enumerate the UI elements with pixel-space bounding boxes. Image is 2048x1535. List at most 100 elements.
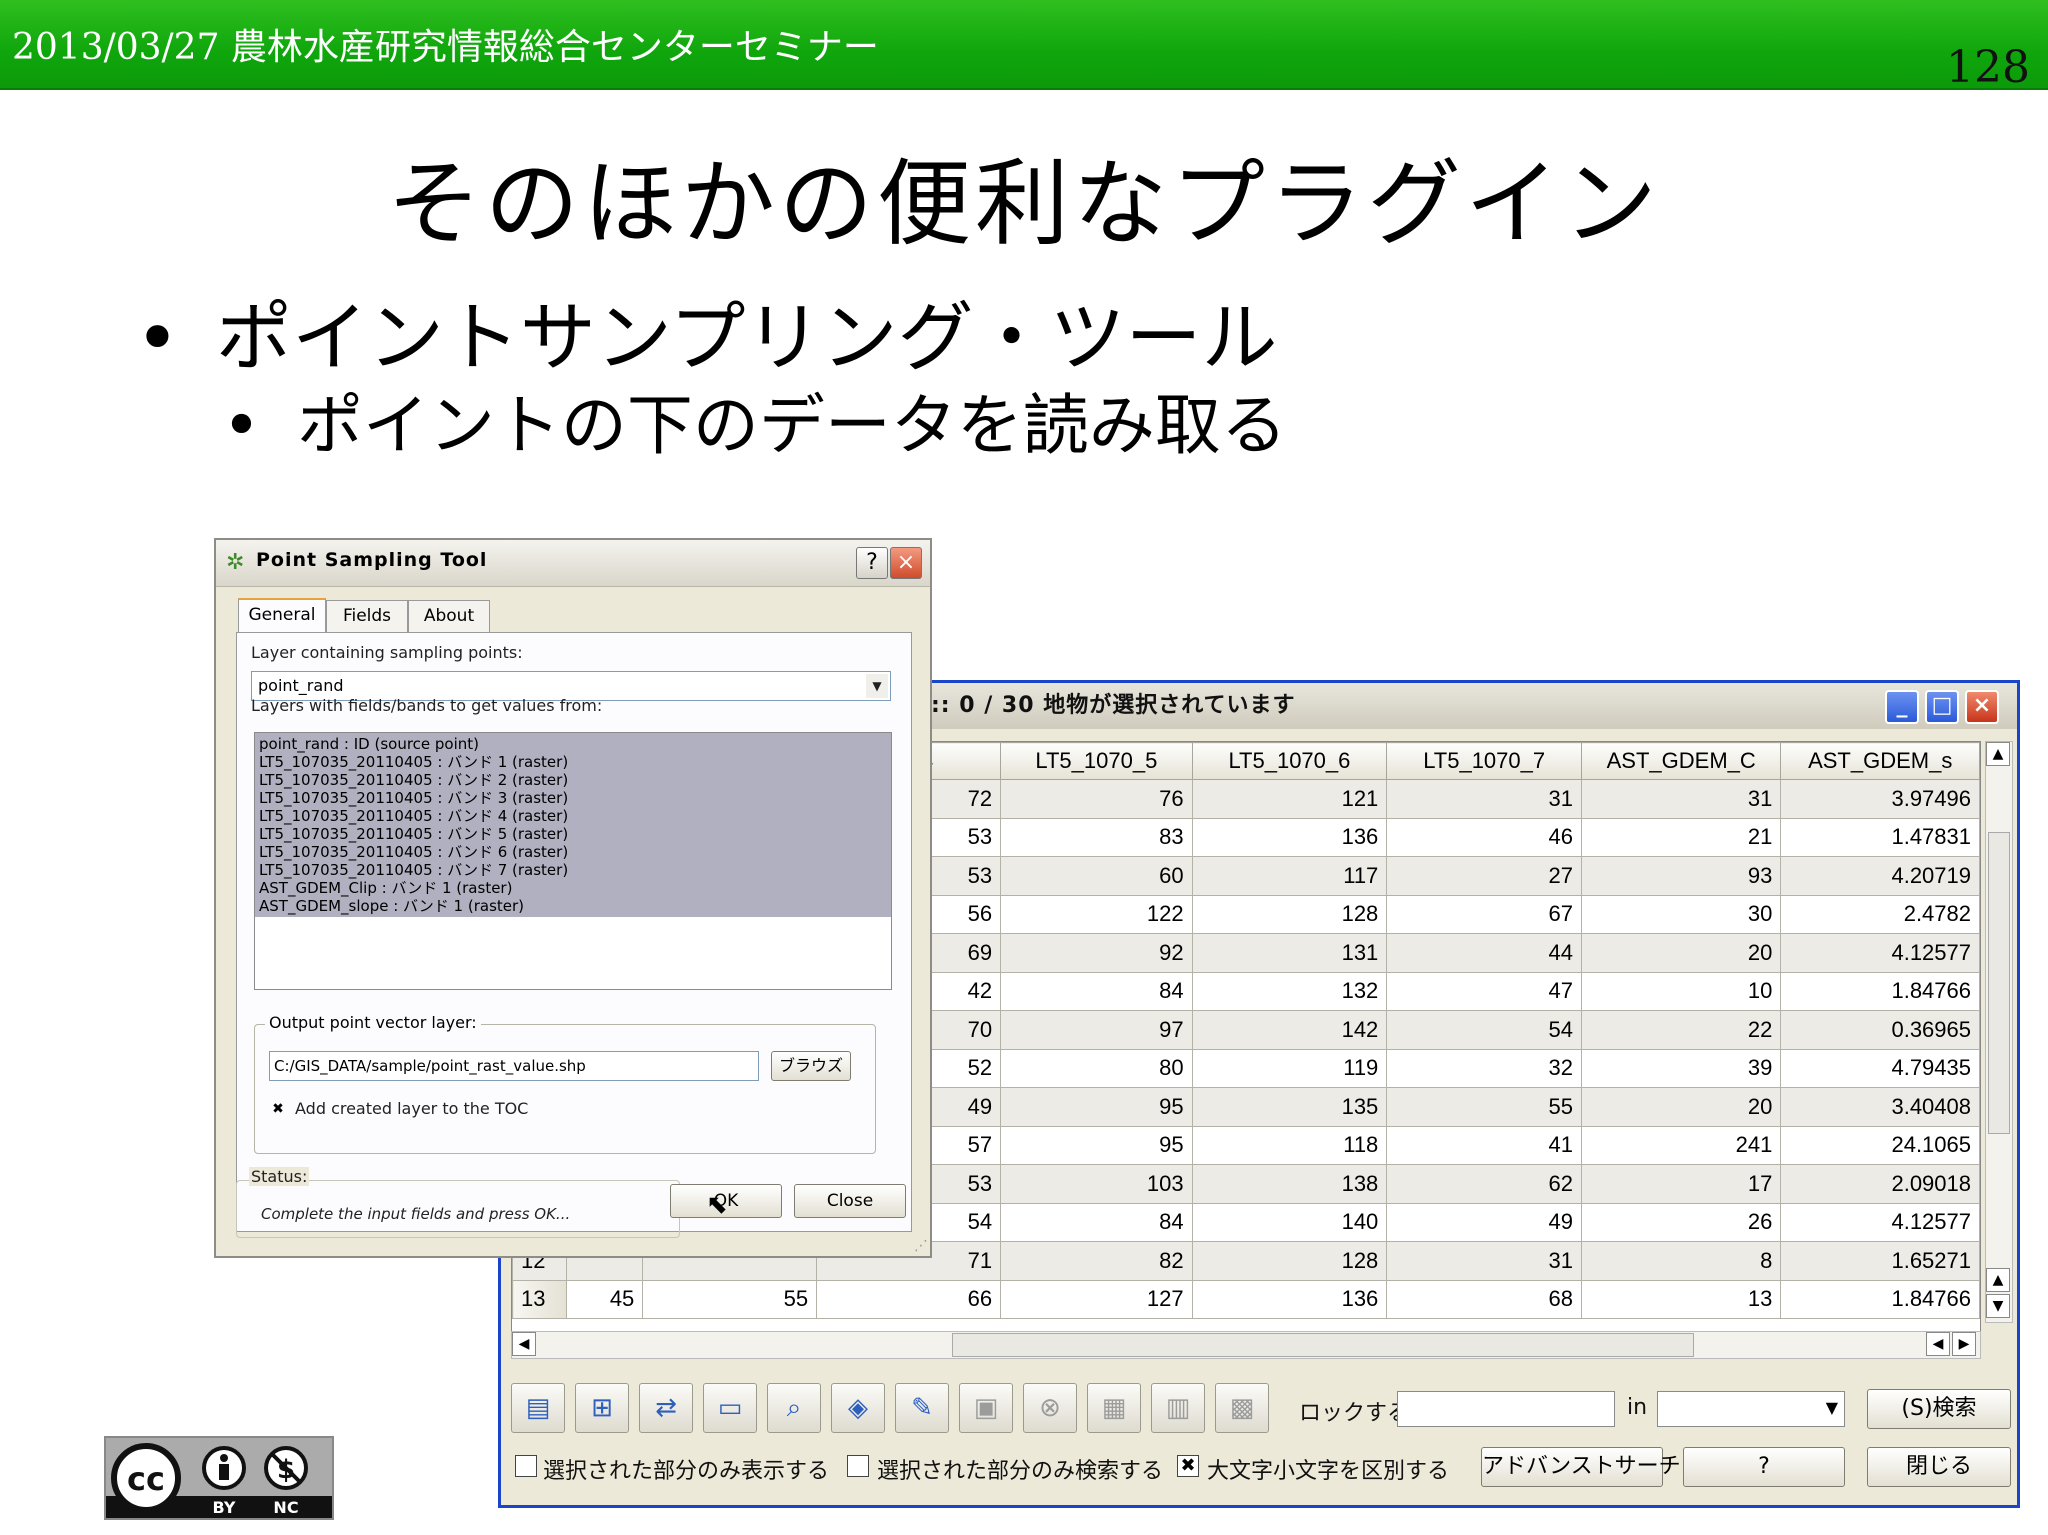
delete-column-icon[interactable]: ▥	[1151, 1383, 1205, 1433]
edit-icon[interactable]: ✎	[895, 1383, 949, 1433]
table-cell[interactable]: 32	[1386, 1048, 1583, 1088]
table-cell[interactable]: 10	[1581, 971, 1782, 1011]
horizontal-scroll-thumb[interactable]	[952, 1333, 1694, 1357]
table-cell[interactable]: 30	[1581, 894, 1782, 934]
table-cell[interactable]: 54	[1386, 1010, 1583, 1050]
help-button[interactable]: ?	[856, 547, 888, 579]
case-sensitive-checkbox[interactable]: ✖	[1177, 1455, 1199, 1477]
help-button[interactable]: ?	[1683, 1447, 1845, 1487]
table-cell[interactable]: 4.12577	[1780, 933, 1980, 973]
table-cell[interactable]: 55	[1386, 1087, 1583, 1127]
table-cell[interactable]: 60	[1000, 856, 1193, 896]
search-selected-checkbox[interactable]	[847, 1455, 869, 1477]
table-cell[interactable]: 95	[1000, 1087, 1193, 1127]
table-cell[interactable]: 76	[1000, 779, 1193, 819]
column-header[interactable]: LT5_1070_6	[1191, 742, 1388, 780]
table-cell[interactable]: 142	[1191, 1010, 1388, 1050]
close-window-button[interactable]: ×	[1965, 690, 1999, 724]
table-cell[interactable]: 119	[1191, 1048, 1388, 1088]
table-cell[interactable]: 128	[1191, 894, 1388, 934]
column-header[interactable]: LT5_1070_7	[1386, 742, 1583, 780]
show-selected-checkbox[interactable]	[515, 1455, 537, 1477]
table-cell[interactable]: 82	[1000, 1241, 1193, 1281]
move-to-top-icon[interactable]: ◈	[831, 1383, 885, 1433]
search-button[interactable]: (S)検索	[1867, 1389, 2011, 1429]
table-cell[interactable]: 1.65271	[1780, 1241, 1980, 1281]
delete-icon[interactable]: ⊗	[1023, 1383, 1077, 1433]
table-cell[interactable]: 1.84766	[1780, 1279, 1980, 1319]
maximize-button[interactable]: □	[1925, 690, 1959, 724]
browse-button[interactable]: ブラウズ	[771, 1051, 851, 1081]
table-cell[interactable]: 97	[1000, 1010, 1193, 1050]
table-cell[interactable]: 241	[1581, 1125, 1782, 1165]
table-cell[interactable]: 2.4782	[1780, 894, 1980, 934]
horizontal-scrollbar[interactable]: ◀ ◀ ▶	[511, 1331, 1981, 1359]
scroll-right-button[interactable]: ▶	[1952, 1332, 1976, 1356]
table-cell[interactable]: 20	[1581, 933, 1782, 973]
advanced-search-button[interactable]: アドバンストサーチ	[1481, 1447, 1681, 1487]
tab-general[interactable]: General	[238, 598, 326, 632]
table-cell[interactable]: 3.40408	[1780, 1087, 1980, 1127]
list-item[interactable]: LT5_107035_20110405 : バンド 5 (raster)	[259, 825, 887, 843]
add-layer-checkbox[interactable]: ✖	[269, 1101, 287, 1119]
field-select[interactable]: ▼	[1657, 1391, 1845, 1427]
table-cell[interactable]: 13	[1581, 1279, 1782, 1319]
table-cell[interactable]: 83	[1000, 817, 1193, 857]
table-cell[interactable]: 1.84766	[1780, 971, 1980, 1011]
table-cell[interactable]: 1.47831	[1780, 817, 1980, 857]
table-cell[interactable]: 44	[1386, 933, 1583, 973]
scroll-left-button[interactable]: ◀	[512, 1332, 536, 1356]
table-cell[interactable]: 80	[1000, 1048, 1193, 1088]
scroll-up-button[interactable]: ▲	[1986, 742, 2010, 766]
table-cell[interactable]: 62	[1386, 1164, 1583, 1204]
table-cell[interactable]: 31	[1581, 779, 1782, 819]
dialog-titlebar[interactable]: ✲ Point Sampling Tool ? ×	[216, 540, 930, 587]
list-item[interactable]: LT5_107035_20110405 : バンド 7 (raster)	[259, 861, 887, 879]
list-item[interactable]: LT5_107035_20110405 : バンド 6 (raster)	[259, 843, 887, 861]
table-cell[interactable]: 21	[1581, 817, 1782, 857]
list-item[interactable]: AST_GDEM_slope : バンド 1 (raster)	[259, 897, 887, 915]
new-column-icon[interactable]: ▦	[1087, 1383, 1141, 1433]
fields-listbox[interactable]: point_rand : ID (source point) LT5_107035…	[254, 732, 892, 990]
minimize-button[interactable]: _	[1885, 690, 1919, 724]
table-cell[interactable]: 131	[1191, 933, 1388, 973]
table-cell[interactable]: 117	[1191, 856, 1388, 896]
list-item[interactable]: point_rand : ID (source point)	[259, 735, 887, 753]
table-cell[interactable]: 84	[1000, 971, 1193, 1011]
table-cell[interactable]: 67	[1386, 894, 1583, 934]
table-row[interactable]: 13 45 55 66 127 136 68 13 1.84766	[512, 1279, 1980, 1319]
scroll-left-button[interactable]: ◀	[1926, 1332, 1950, 1356]
table-cell[interactable]: 24.1065	[1780, 1125, 1980, 1165]
table-cell[interactable]: 84	[1000, 1202, 1193, 1242]
table-cell[interactable]: 2.09018	[1780, 1164, 1980, 1204]
list-item[interactable]: LT5_107035_20110405 : バンド 2 (raster)	[259, 771, 887, 789]
column-header[interactable]: LT5_1070_5	[1000, 742, 1193, 780]
column-header[interactable]: AST_GDEM_s	[1780, 742, 1980, 780]
tab-fields[interactable]: Fields	[326, 600, 408, 632]
table-cell[interactable]: 95	[1000, 1125, 1193, 1165]
table-cell[interactable]: 136	[1191, 1279, 1388, 1319]
vertical-scrollbar[interactable]: ▲ ▲ ▼	[1985, 741, 2013, 1323]
table-icon[interactable]: ▤	[511, 1383, 565, 1433]
table-cell[interactable]: 27	[1386, 856, 1583, 896]
table-cell[interactable]: 128	[1191, 1241, 1388, 1281]
output-path-input[interactable]: C:/GIS_DATA/sample/point_rast_value.shp	[269, 1051, 759, 1081]
table-cell[interactable]: 31	[1386, 779, 1583, 819]
table-cell[interactable]: 39	[1581, 1048, 1782, 1088]
table-cell[interactable]: 55	[642, 1279, 818, 1319]
save-icon[interactable]: ▣	[959, 1383, 1013, 1433]
list-item[interactable]: LT5_107035_20110405 : バンド 1 (raster)	[259, 753, 887, 771]
table-cell[interactable]: 122	[1000, 894, 1193, 934]
scroll-up-button[interactable]: ▲	[1986, 1268, 2010, 1292]
table-cell[interactable]: 45	[566, 1279, 644, 1319]
table-cell[interactable]: 92	[1000, 933, 1193, 973]
table-cell[interactable]: 127	[1000, 1279, 1193, 1319]
table-cell[interactable]: 4.79435	[1780, 1048, 1980, 1088]
table-cell[interactable]: 140	[1191, 1202, 1388, 1242]
table-cell[interactable]: 132	[1191, 971, 1388, 1011]
list-item[interactable]: LT5_107035_20110405 : バンド 3 (raster)	[259, 789, 887, 807]
table-cell[interactable]: 0.36965	[1780, 1010, 1980, 1050]
table-cell[interactable]: 68	[1386, 1279, 1583, 1319]
table-cell[interactable]: 31	[1386, 1241, 1583, 1281]
table-cell[interactable]: 22	[1581, 1010, 1782, 1050]
